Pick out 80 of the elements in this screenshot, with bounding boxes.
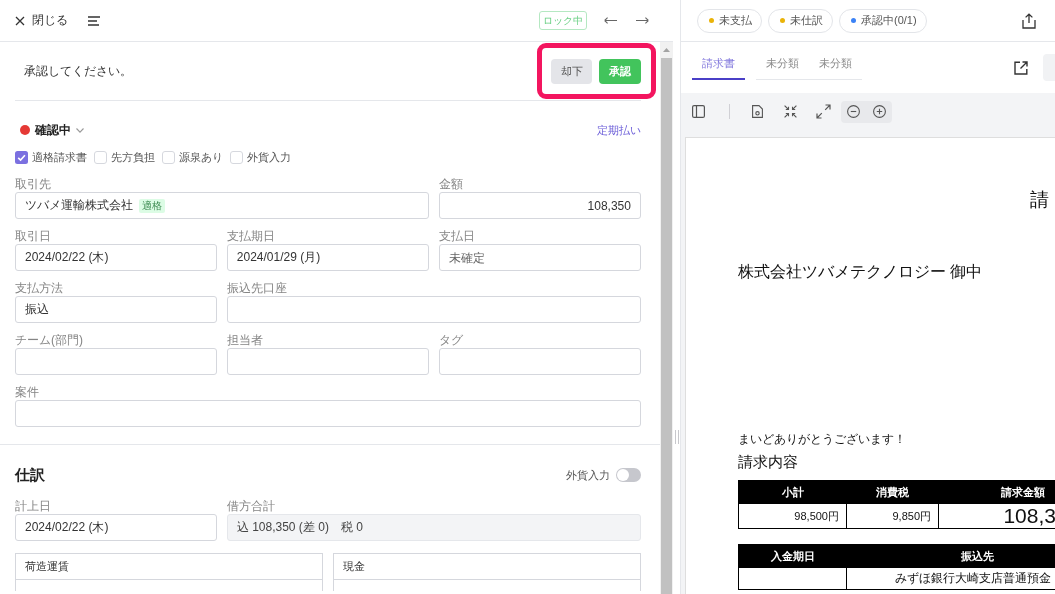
amount-field[interactable]: 108,350	[438, 192, 641, 219]
input-field[interactable]	[226, 296, 641, 323]
table-cell: 108,3	[939, 504, 1055, 529]
invoice-title: 請	[1030, 188, 1049, 212]
scrollbar-thumb[interactable]	[661, 58, 672, 594]
zoom-out-icon[interactable]	[847, 105, 860, 118]
checkbox-label[interactable]: 適格請求書	[32, 149, 87, 165]
input-field[interactable]	[226, 348, 430, 375]
section-title: 仕訳	[15, 465, 45, 485]
field-label: 支払方法	[15, 281, 63, 295]
input-field[interactable]: 未確定	[438, 244, 641, 271]
input-field[interactable]	[15, 400, 641, 427]
zoom-in-icon[interactable]	[873, 105, 886, 118]
table-header: 振込先	[847, 545, 1055, 568]
share-icon[interactable]	[1022, 12, 1036, 29]
reject-button[interactable]: 却下	[551, 59, 592, 84]
input-field[interactable]: 2024/01/29 (月)	[226, 244, 430, 271]
approval-message: 承認してください。	[24, 62, 132, 80]
table-header: 小計	[739, 481, 847, 504]
toggle-label[interactable]: 外貨入力	[566, 467, 610, 483]
input-field[interactable]	[15, 348, 218, 375]
section-heading: 請求内容	[738, 452, 798, 472]
close-button[interactable]: 閉じる	[15, 12, 68, 29]
checkbox[interactable]	[162, 150, 175, 164]
qualified-badge: 適格	[139, 198, 165, 213]
input-field[interactable]: 振込	[15, 296, 218, 323]
account-field[interactable]: 荷造運賃	[16, 554, 322, 580]
expand-icon[interactable]	[816, 104, 831, 119]
checkbox[interactable]	[15, 150, 28, 164]
field-label: 担当者	[226, 333, 263, 347]
arrow-left-icon[interactable]	[604, 17, 617, 24]
status-chip[interactable]: 未支払	[697, 8, 762, 33]
close-icon	[15, 15, 25, 26]
table-cell: 9,850円	[847, 504, 939, 529]
field-label: 金額	[438, 177, 463, 191]
field-label: 取引先	[15, 177, 51, 191]
table-header: 消費税	[847, 481, 939, 504]
checkbox[interactable]	[230, 150, 243, 164]
file-icon[interactable]	[752, 105, 763, 118]
tab[interactable]: 未分類	[756, 42, 809, 80]
arrow-right-icon[interactable]	[636, 17, 649, 24]
field-label: 案件	[15, 385, 39, 399]
lock-badge: ロック中	[539, 11, 587, 30]
chevron-down-icon	[76, 127, 84, 133]
splitter-handle-icon[interactable]	[674, 430, 679, 444]
external-link-icon[interactable]	[1014, 60, 1028, 75]
input-field[interactable]: ツバメ運輸株式会社 適格	[15, 192, 430, 219]
input-field[interactable]	[438, 348, 641, 375]
table-cell: 98,500円	[739, 504, 847, 529]
field-label: 計上日	[15, 499, 51, 513]
scroll-up-icon[interactable]	[663, 48, 670, 52]
tab[interactable]: 請求書	[692, 42, 745, 80]
toggle-switch[interactable]	[616, 468, 641, 482]
input-field[interactable]: 2024/02/22 (木)	[15, 244, 218, 271]
tab[interactable]: 未分類	[809, 42, 862, 80]
sidebar-icon[interactable]	[692, 105, 705, 118]
collapse-icon[interactable]	[784, 105, 797, 118]
field-label: タグ	[438, 333, 463, 347]
recurring-payment-link[interactable]: 定期払い	[597, 122, 641, 138]
greeting-text: まいどありがとうございます！	[738, 431, 906, 447]
status-dropdown[interactable]: 確認中	[20, 121, 84, 139]
checkbox-label[interactable]: 外貨入力	[247, 149, 291, 165]
field-label: 支払日	[438, 229, 475, 243]
recipient-name: 株式会社ツバメテクノロジー 御中	[738, 262, 983, 282]
checkbox-label[interactable]: 源泉あり	[179, 149, 223, 165]
field-label: 支払期日	[226, 229, 275, 243]
field-label: チーム(部門)	[15, 333, 83, 347]
account-field[interactable]: 現金	[334, 554, 640, 580]
menu-icon[interactable]	[88, 15, 100, 26]
checkbox-label[interactable]: 先方負担	[111, 149, 155, 165]
table-header: 入金期日	[739, 545, 847, 568]
input-field[interactable]: 2024/02/22 (木)	[15, 514, 218, 541]
checkbox[interactable]	[94, 150, 107, 164]
status-chip[interactable]: 未仕訳	[768, 8, 833, 33]
field-label: 振込先口座	[226, 281, 287, 295]
table-cell: みずほ銀行大崎支店普通預金	[847, 568, 1055, 590]
table-header: 請求金額	[939, 481, 1055, 504]
field-label: 取引日	[15, 229, 51, 243]
field-label: 借方合計	[226, 499, 275, 513]
status-chip[interactable]: 承認中(0/1)	[839, 8, 927, 33]
